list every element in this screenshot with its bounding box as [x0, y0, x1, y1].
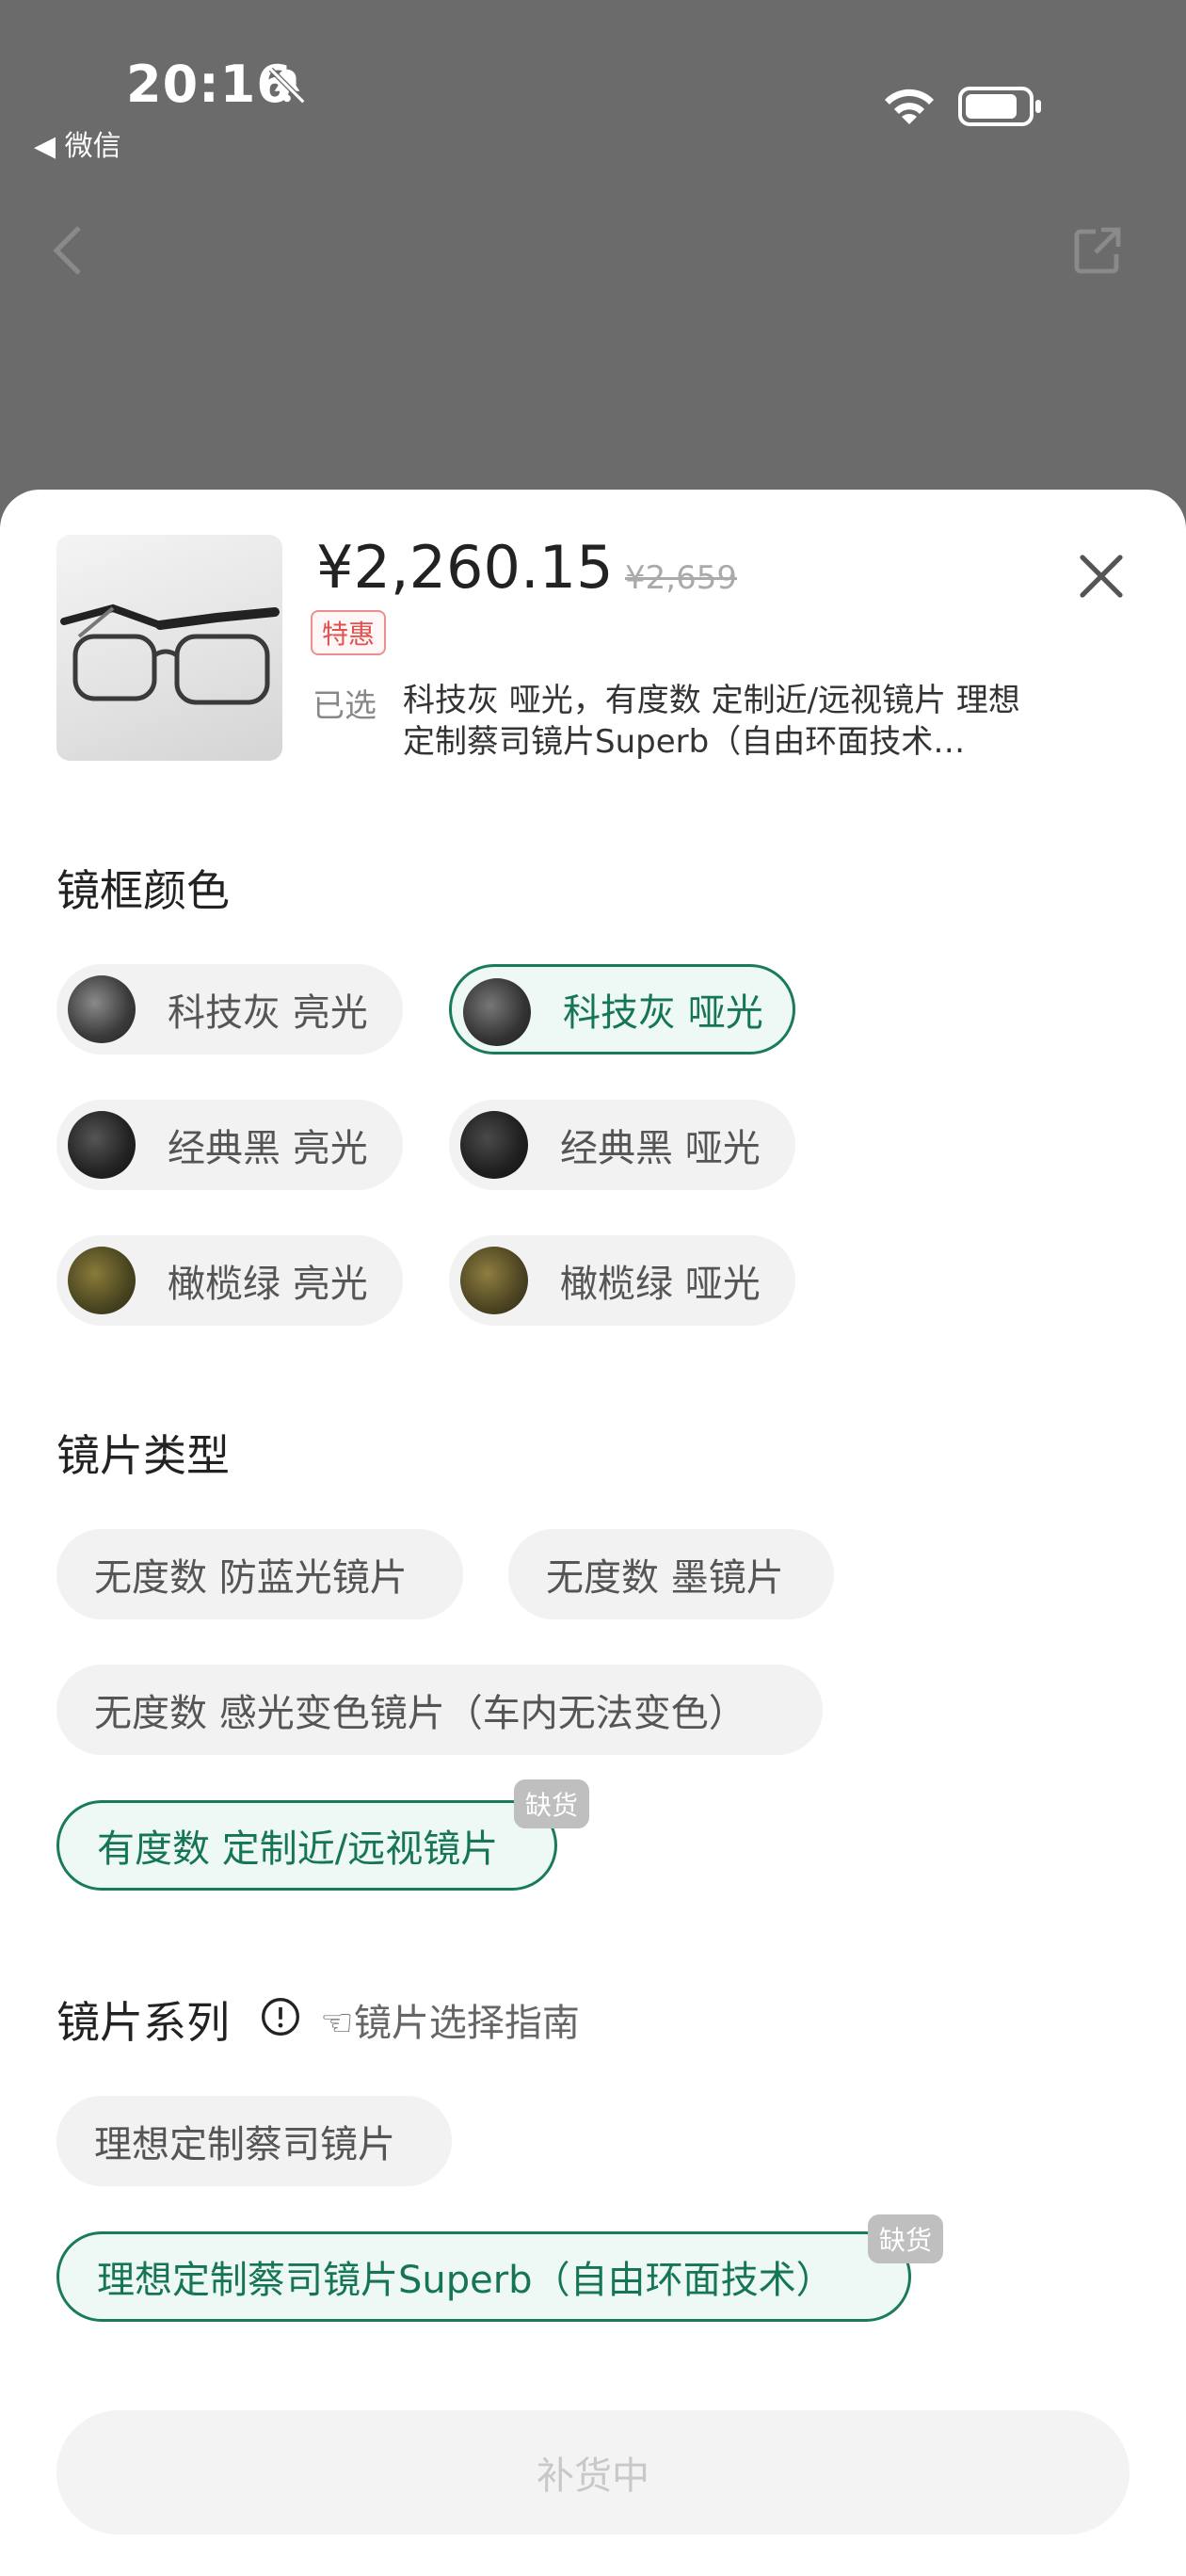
- selected-summary: 科技灰 哑光，有度数 定制近/远视镜片 理想定制蔡司镜片Superb（自由环面技…: [403, 682, 1020, 761]
- back-arrow-icon[interactable]: [45, 222, 90, 279]
- status-bar: 20:16 ◀ 微信: [0, 0, 1186, 275]
- lens-type-option-prescription[interactable]: 有度数 定制近/远视镜片: [56, 1800, 557, 1891]
- battery-icon: [958, 87, 1041, 126]
- lens-series-option-zeiss-superb[interactable]: 理想定制蔡司镜片Superb（自由环面技术）: [56, 2231, 911, 2322]
- restocking-button[interactable]: 补货中: [56, 2410, 1130, 2535]
- swatch-tech-grey: [68, 975, 136, 1043]
- selected-label: 已选: [313, 687, 377, 725]
- glasses-image: [60, 604, 280, 705]
- swatch-black: [460, 1111, 528, 1179]
- lens-type-option-bluelight[interactable]: 无度数 防蓝光镜片: [56, 1529, 463, 1619]
- color-option-olive-matte[interactable]: 橄榄绿 哑光: [449, 1235, 795, 1326]
- close-icon[interactable]: [1075, 550, 1128, 603]
- share-icon[interactable]: [1069, 222, 1126, 279]
- promo-badge: 特惠: [311, 610, 387, 655]
- frame-color-title: 镜框颜色: [56, 865, 230, 916]
- color-option-black-gloss[interactable]: 经典黑 亮光: [56, 1100, 403, 1190]
- info-icon[interactable]: [260, 1996, 301, 2037]
- color-option-olive-gloss[interactable]: 橄榄绿 亮光: [56, 1235, 403, 1326]
- sku-selection-sheet: ¥2,260.15 ¥2,659 特惠 已选 科技灰 哑光，有度数 定制近/远视…: [0, 490, 1186, 2576]
- color-option-black-matte[interactable]: 经典黑 哑光: [449, 1100, 795, 1190]
- lens-series-title: 镜片系列: [56, 1997, 230, 2048]
- color-option-tech-grey-matte[interactable]: 科技灰 哑光: [449, 964, 795, 1055]
- back-to-wechat-link[interactable]: ◀ 微信: [34, 122, 121, 164]
- bell-muted-icon: [268, 67, 306, 105]
- original-price: ¥2,659: [625, 559, 737, 597]
- out-of-stock-badge: 缺货: [868, 2214, 944, 2263]
- wifi-icon: [885, 89, 934, 124]
- color-option-tech-grey-gloss[interactable]: 科技灰 亮光: [56, 964, 403, 1055]
- lens-type-title: 镜片类型: [56, 1430, 230, 1481]
- swatch-olive: [68, 1247, 136, 1314]
- lens-type-option-photochromic[interactable]: 无度数 感光变色镜片（车内无法变色）: [56, 1665, 823, 1755]
- lens-type-option-sunglasses[interactable]: 无度数 墨镜片: [508, 1529, 834, 1619]
- out-of-stock-badge: 缺货: [514, 1779, 590, 1828]
- lens-series-option-zeiss[interactable]: 理想定制蔡司镜片: [56, 2096, 452, 2186]
- product-thumbnail: [56, 535, 282, 761]
- current-price: ¥2,260.15: [316, 533, 614, 602]
- lens-guide-link[interactable]: ☜镜片选择指南: [320, 1992, 580, 2047]
- swatch-tech-grey: [463, 978, 531, 1046]
- swatch-black: [68, 1111, 136, 1179]
- swatch-olive: [460, 1247, 528, 1314]
